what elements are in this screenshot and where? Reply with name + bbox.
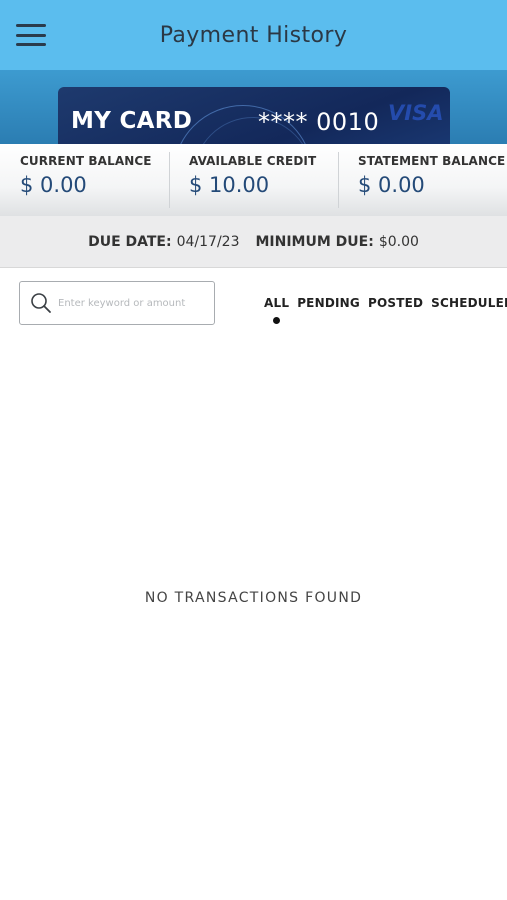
current-balance: CURRENT BALANCE $ 0.00	[0, 144, 169, 216]
due-date-value: 04/17/23	[176, 233, 240, 250]
statement-balance-label: STATEMENT BALANCE	[358, 154, 506, 168]
tab-scheduled[interactable]: SCHEDULED	[431, 296, 507, 310]
tab-pending-label: PENDING	[297, 296, 360, 310]
card-banner: MY CARD **** 0010 VISA	[0, 70, 507, 144]
available-credit-value: $ 10.00	[189, 173, 270, 197]
search-box[interactable]	[19, 281, 215, 325]
current-balance-value: $ 0.00	[20, 173, 87, 197]
tab-pending[interactable]: PENDING	[297, 296, 360, 310]
card-brand-logo: VISA	[388, 101, 444, 125]
hamburger-menu-icon[interactable]	[14, 22, 48, 48]
due-date-label: DUE DATE:	[88, 233, 172, 250]
minimum-due-value: $0.00	[378, 233, 419, 250]
statement-balance-value: $ 0.00	[358, 173, 425, 197]
card-number: **** 0010	[258, 108, 380, 136]
empty-state-message: NO TRANSACTIONS FOUND	[144, 590, 363, 606]
tab-posted-label: POSTED	[367, 296, 424, 310]
credit-card[interactable]: MY CARD **** 0010 VISA	[58, 87, 450, 144]
search-icon	[31, 293, 51, 313]
available-credit-label: AVAILABLE CREDIT	[189, 154, 317, 168]
balance-summary: CURRENT BALANCE $ 0.00 AVAILABLE CREDIT …	[0, 144, 507, 216]
selected-indicator	[273, 317, 280, 324]
due-info-bar: DUE DATE: 04/17/23 MINIMUM DUE: $0.00	[0, 216, 507, 268]
app-header: Payment History	[0, 0, 507, 70]
tab-all[interactable]: ALL	[264, 296, 290, 324]
transaction-filter-tabs: ALL PENDING POSTED SCHEDULED	[264, 296, 507, 324]
tab-posted[interactable]: POSTED	[368, 296, 423, 310]
minimum-due-label: MINIMUM DUE:	[255, 233, 374, 250]
search-input[interactable]	[58, 297, 208, 309]
tab-scheduled-label: SCHEDULED	[431, 296, 507, 310]
page-title: Payment History	[159, 22, 348, 48]
tab-all-label: ALL	[264, 296, 290, 310]
available-credit: AVAILABLE CREDIT $ 10.00	[169, 144, 338, 216]
card-name: MY CARD	[71, 108, 193, 134]
current-balance-label: CURRENT BALANCE	[20, 154, 152, 168]
statement-balance: STATEMENT BALANCE $ 0.00	[338, 144, 507, 216]
